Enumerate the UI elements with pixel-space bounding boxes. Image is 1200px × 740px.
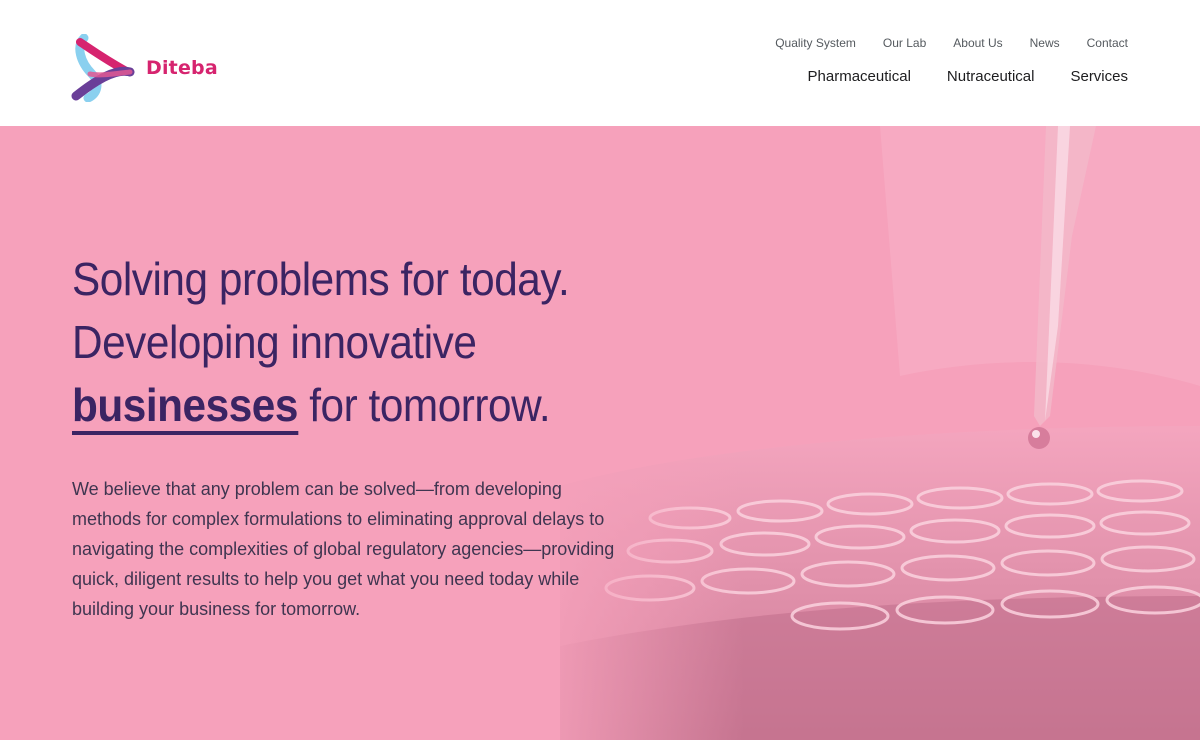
nav-link-about-us[interactable]: About Us	[953, 36, 1002, 50]
site-header: Diteba Quality System Our Lab About Us N…	[0, 0, 1200, 126]
nav-link-contact[interactable]: Contact	[1087, 36, 1128, 50]
main-nav: Pharmaceutical Nutraceutical Services	[772, 68, 1128, 85]
headline-line-2: Developing innovative	[72, 316, 477, 368]
nav-link-quality-system[interactable]: Quality System	[775, 36, 856, 50]
nav-link-our-lab[interactable]: Our Lab	[883, 36, 926, 50]
logo[interactable]: Diteba	[70, 34, 218, 102]
headline-line-1: Solving problems for today.	[72, 253, 570, 305]
nav-link-nutraceutical[interactable]: Nutraceutical	[947, 68, 1035, 85]
utility-nav: Quality System Our Lab About Us News Con…	[748, 36, 1128, 50]
headline-emphasis: businesses	[72, 379, 298, 435]
hero-body-text: We believe that any problem can be solve…	[72, 479, 615, 619]
nav-link-services[interactable]: Services	[1070, 68, 1128, 85]
brand-name: Diteba	[146, 57, 218, 79]
diteba-logo-icon	[71, 34, 135, 102]
nav-link-news[interactable]: News	[1030, 36, 1060, 50]
headline-line-3: businesses for tomorrow.	[72, 374, 661, 437]
hero-section: Solving problems for today. Developing i…	[0, 126, 1200, 740]
hero-headline: Solving problems for today. Developing i…	[72, 248, 661, 437]
headline-line-3-rest: for tomorrow.	[297, 379, 551, 431]
nav-link-pharmaceutical[interactable]: Pharmaceutical	[808, 68, 911, 85]
